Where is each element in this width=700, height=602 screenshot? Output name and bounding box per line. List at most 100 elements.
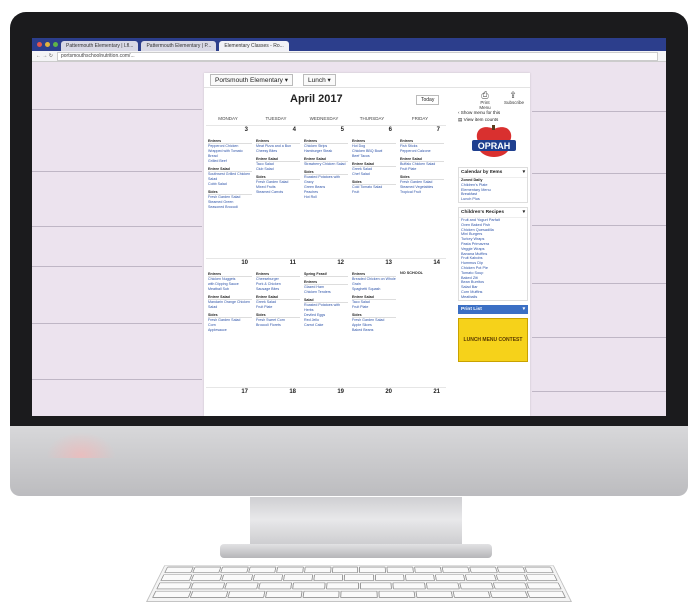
day-number: 13	[385, 260, 392, 266]
print-list-label: Print List	[461, 306, 482, 312]
page-toolbar: Portsmouth Elementary ▾ Lunch ▾	[204, 73, 530, 88]
day-number: 5	[340, 127, 344, 133]
menu-item-link[interactable]: Fruit Plate	[352, 305, 396, 310]
monitor: Pattermouth Elementary | Lfl... Pattermo…	[10, 12, 688, 558]
browser-tab-active[interactable]: Elementary Classes - Ro...	[219, 41, 289, 51]
menu-item-link[interactable]: Hamburger Steak	[304, 149, 348, 154]
subscribe-button[interactable]: ⇪ Subscribe	[504, 91, 524, 106]
browser-tab[interactable]: Pattermouth Elementary | Lfl...	[61, 41, 139, 51]
school-select[interactable]: Portsmouth Elementary ▾	[210, 74, 293, 86]
print-menu-button[interactable]: ⎙ Print Menu	[476, 91, 494, 111]
panel-title: Calendar by Items	[461, 170, 503, 175]
day-cell[interactable]: 4 Entrees Meat Pizza and a Bun Cheesy Bites…	[254, 126, 302, 258]
weekday-label: MONDAY	[218, 116, 238, 121]
menu-item-link[interactable]: Pepperoni Chicken Wrapped with Tomato Br…	[208, 144, 252, 159]
day-number: 6	[388, 127, 392, 133]
calendar-week: 10 Entrees Chicken Nuggets with Dipping Sau…	[206, 258, 446, 387]
today-button[interactable]: Today	[416, 95, 440, 105]
menu-section-title: Spring Feast!	[304, 272, 348, 277]
print-list-button[interactable]: Print List ▾	[458, 304, 528, 314]
menu-item-link[interactable]: Southwest Grilled Chicken Salad	[208, 172, 252, 182]
promo-text: LUNCH MENU CONTEST	[463, 336, 523, 343]
chin-reflection	[46, 432, 116, 458]
menu-item-link[interactable]: Grilled Beef	[208, 159, 252, 164]
day-cell[interactable]: 5 Entrees Chicken Strips Hamburger Steak Ent…	[302, 126, 350, 258]
monitor-foot	[220, 544, 492, 558]
panel-header[interactable]: Calendar by Items ▾	[459, 168, 527, 178]
menu-item-link[interactable]: Hot Roll	[304, 195, 348, 200]
day-number: 19	[337, 389, 344, 395]
menu-item-link[interactable]: Baked Beans	[352, 328, 396, 333]
panel-title: Children's Recipes	[461, 209, 504, 215]
day-cell[interactable]: 13 Entrees Breaded Chicken on Whole Grain S…	[350, 259, 398, 387]
menu-item-link[interactable]: Chef Salad	[352, 172, 396, 177]
maximize-window-icon[interactable]	[53, 42, 58, 47]
nav-buttons[interactable]: ← → ↻	[36, 53, 53, 59]
childrens-recipes-panel: Children's Recipes ▾ Fruit and Yogurt Pa…	[458, 206, 528, 301]
menu-item-link[interactable]: Roasted Potatoes with Herbs	[304, 303, 348, 313]
menu-item-link[interactable]: Tropical Fruit	[400, 190, 444, 195]
calendar-grid: 3 Entrees Pepperoni Chicken Wrapped with T…	[206, 125, 446, 416]
logo-text: OPRAH	[478, 141, 511, 151]
day-cell[interactable]: 11 Entrees Cheeseburger Pork & Chicken Sausa…	[254, 259, 302, 387]
close-window-icon[interactable]	[37, 42, 42, 47]
day-cell[interactable]: 12 Spring Feast! Entrees Glazed Ham Chicken …	[302, 259, 350, 387]
url-field[interactable]: portsmouthschoolnutrition.com/...	[56, 51, 658, 61]
panel-header[interactable]: Children's Recipes ▾	[459, 208, 527, 218]
weekday-header: MONDAY TUESDAY WEDNESDAY THURSDAY FRIDAY	[204, 116, 444, 121]
sidebar: ⎙ Print Menu ⇪ Subscribe ‹ Show menu for…	[456, 87, 528, 416]
menu-item-link[interactable]: Mandarin Orange Chicken Salad	[208, 300, 252, 310]
day-cell[interactable]: 20	[350, 388, 398, 416]
menu-item-link[interactable]: Steamed Carrots	[256, 190, 300, 195]
menu-item-link[interactable]: Cobb Salad	[208, 182, 252, 187]
day-cell[interactable]: 6 Entrees Hot Dog Chicken BBQ Bowl Beef Taco…	[350, 126, 398, 258]
menu-item-link[interactable]: Pepperoni Calzone	[400, 149, 444, 154]
day-number: 4	[292, 127, 296, 133]
menu-item-link[interactable]: Carrot Cake	[304, 323, 348, 328]
menu-item-link[interactable]: Applesauce	[208, 328, 252, 333]
menu-item-link[interactable]: Meatball Sub	[208, 287, 252, 292]
view-item-counts-link[interactable]: ▤ View item counts	[458, 116, 528, 123]
menu-item-link[interactable]: Breaded Chicken on Whole Grain	[352, 277, 396, 287]
minimize-window-icon[interactable]	[45, 42, 50, 47]
menu-item-link[interactable]: Broccoli Florets	[256, 323, 300, 328]
menu-item-link[interactable]: Fruit Plate	[256, 305, 300, 310]
day-cell[interactable]: 3 Entrees Pepperoni Chicken Wrapped with T…	[206, 126, 254, 258]
calendar-by-items-panel: Calendar by Items ▾ Zoned Daily Children…	[458, 167, 528, 203]
menu-item-link[interactable]: Seasoned Broccoli	[208, 205, 252, 210]
meal-select[interactable]: Lunch ▾	[303, 74, 336, 86]
menu-item-link[interactable]: Sausage Bites	[256, 287, 300, 292]
weekday-label: TUESDAY	[265, 116, 287, 121]
day-number: 20	[385, 389, 392, 395]
menu-item-link[interactable]: Spaghetti Squash	[352, 287, 396, 292]
menu-item-link[interactable]: Club Salad	[256, 167, 300, 172]
menu-page: Portsmouth Elementary ▾ Lunch ▾ April 20…	[204, 73, 530, 416]
browser-tab[interactable]: Pattermouth Elementary | P...	[141, 41, 217, 51]
sidebar-panel-link[interactable]: Meatballs	[459, 295, 527, 300]
day-cell[interactable]: 17	[206, 388, 254, 416]
day-cell[interactable]: 7 Entrees Fish Sticks Pepperoni Calzone Entr…	[398, 126, 446, 258]
menu-item-link[interactable]: Strawberry Chicken Salad	[304, 162, 348, 167]
keyboard	[146, 565, 572, 602]
menu-item-link[interactable]: Roasted Potatoes with Gravy	[304, 175, 348, 185]
menu-item-link[interactable]: Beef Tacos	[352, 154, 396, 159]
menu-item-link[interactable]: Fruit Plate	[400, 167, 444, 172]
weekday-label: WEDNESDAY	[309, 116, 339, 121]
day-cell[interactable]: 14 NO SCHOOL	[398, 259, 446, 387]
browser-tab-bar: Pattermouth Elementary | Lfl... Pattermo…	[32, 38, 666, 51]
day-number: 14	[433, 260, 440, 266]
day-cell[interactable]: 10 Entrees Chicken Nuggets with Dipping Sau…	[206, 259, 254, 387]
day-cell[interactable]: 19	[302, 388, 350, 416]
day-number: 18	[289, 389, 296, 395]
day-cell[interactable]: 18	[254, 388, 302, 416]
day-number: 10	[241, 260, 248, 266]
sidebar-panel-link[interactable]: Lunch Plus	[459, 197, 527, 202]
program-logo: OPRAH	[472, 125, 516, 157]
show-menu-link[interactable]: ‹ Show menu for this	[458, 109, 528, 116]
promo-banner[interactable]: LUNCH MENU CONTEST	[458, 317, 528, 362]
menu-item-link[interactable]: Chicken Tenders	[304, 290, 348, 295]
day-cell[interactable]: 21	[398, 388, 446, 416]
menu-item-link[interactable]: Fruit	[352, 190, 396, 195]
weekday-label: THURSDAY	[359, 116, 385, 121]
menu-item-link[interactable]: Cheesy Bites	[256, 149, 300, 154]
